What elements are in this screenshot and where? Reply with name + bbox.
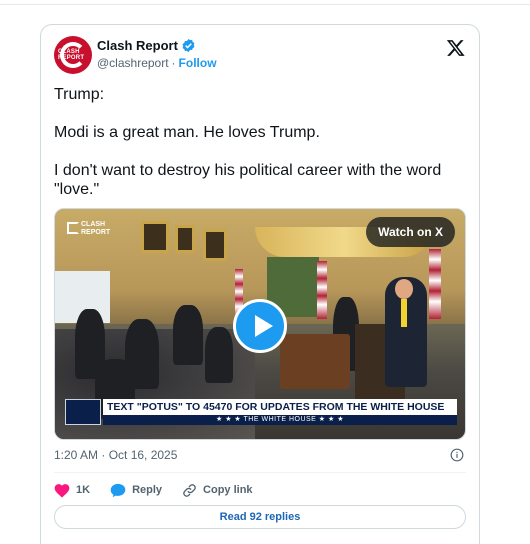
copy-link-button[interactable]: Copy link [182,483,253,498]
scene-flag [429,249,441,319]
lower-third-text: TEXT "POTUS" TO 45470 FOR UPDATES FROM T… [103,399,457,415]
watch-on-x-button[interactable]: Watch on X [366,217,455,247]
play-button[interactable] [233,299,287,353]
tweet-paragraph: Trump: [54,86,105,103]
watermark-logo-icon [67,222,79,234]
lower-third-banner: TEXT "POTUS" TO 45470 FOR UPDATES FROM T… [65,399,457,425]
verified-badge-icon [182,38,195,53]
tweet-actions: 1K Reply Copy link [54,481,466,499]
scene-speaker-face [395,279,413,299]
reply-button[interactable]: Reply [110,483,162,498]
tweet-timestamp[interactable]: 1:20 AM · Oct 16, 2025 [54,448,177,462]
scene-painting [141,221,169,253]
avatar[interactable]: CLASH REPORT [54,36,92,74]
clash-report-watermark: CLASH REPORT [67,221,117,243]
info-icon[interactable] [450,448,464,462]
white-house-seal-icon [65,399,101,425]
tweet-text: Trump: Modi is a great man. He loves Tru… [54,85,466,218]
handle-row: @clashreport · Follow [97,56,217,70]
display-name[interactable]: Clash Report [97,38,178,53]
scene-painting [175,225,195,253]
lower-third-subtext: ★ ★ ★ THE WHITE HOUSE ★ ★ ★ [103,415,457,425]
follow-link[interactable]: Follow [179,56,217,70]
scene-flag [317,261,327,319]
handle[interactable]: @clashreport [97,56,169,70]
embedded-tweet-card: CLASH REPORT Clash Report @clashreport ·… [40,24,480,544]
tweet-paragraph: Modi is a great man. He loves Trump. [54,124,320,141]
scene-person [173,305,203,365]
scene-painting [203,229,227,261]
play-icon [255,315,273,337]
x-logo-icon[interactable] [446,38,466,58]
reply-bubble-icon [110,483,126,497]
tweet-header: CLASH REPORT Clash Report @clashreport ·… [54,36,466,74]
watermark-text: CLASH REPORT [81,221,111,236]
scene-person [205,327,233,383]
reply-label: Reply [132,484,163,496]
avatar-text: CLASH REPORT [58,49,85,61]
separator-dot: · [171,56,176,70]
like-button[interactable]: 1K [54,483,90,498]
read-replies-button[interactable]: Read 92 replies [54,505,466,529]
actions-divider [54,472,466,473]
tweet-paragraph: I don't want to destroy his political ca… [54,162,442,198]
copy-link-label: Copy link [203,484,253,496]
heart-icon [54,483,70,497]
scene-desk [280,334,350,389]
video-player[interactable]: CLASH REPORT Watch on X TEXT "POTUS" TO … [54,208,466,440]
scene-speaker-tie [401,299,407,327]
like-count: 1K [76,484,91,496]
name-row: Clash Report [97,38,196,53]
link-icon [183,483,196,497]
top-divider [0,4,530,5]
